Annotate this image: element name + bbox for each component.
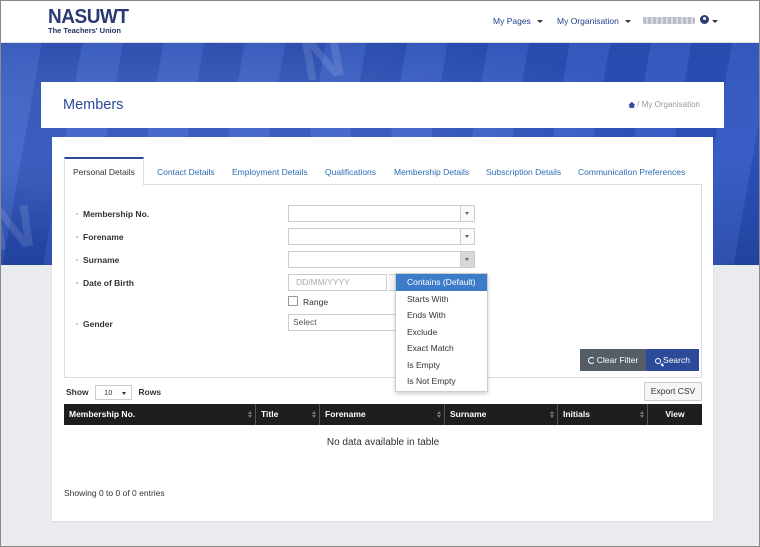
match-mode-dropdown-menu: Contains (Default) Starts With Ends With… (395, 273, 488, 392)
search-icon (655, 358, 662, 364)
results-table-header: Membership No. Title Forename Surname In… (64, 404, 702, 425)
sort-icon (437, 411, 441, 418)
breadcrumb-current: My Organisation (641, 100, 700, 109)
dob-field[interactable]: DD/MM/YYYY (288, 274, 387, 291)
tab-membership-details[interactable]: Membership Details (394, 157, 469, 185)
range-label: Range (303, 297, 329, 307)
sort-icon (312, 411, 316, 418)
dropdown-option-starts-with[interactable]: Starts With (396, 291, 487, 308)
tab-contact-details[interactable]: Contact Details (157, 157, 215, 185)
surname-field[interactable] (288, 251, 475, 268)
forename-field[interactable] (288, 228, 475, 245)
show-label: Show (66, 386, 89, 397)
column-label: Title (261, 409, 279, 419)
dob-label: Date of Birth (76, 278, 134, 288)
logo-wordmark: NASUWT (48, 6, 129, 28)
match-mode-dropdown-button[interactable] (460, 229, 474, 244)
banner-decoration: N (0, 191, 39, 264)
column-header-membership-no[interactable]: Membership No. (64, 404, 256, 425)
column-label: Initials (563, 409, 590, 419)
page-header-card: Members / My Organisation (41, 82, 724, 128)
page-title: Members (63, 97, 124, 113)
nav-my-pages-label: My Pages (493, 16, 531, 26)
rows-per-page-control: Show 10 Rows (66, 385, 161, 400)
nav-my-pages[interactable]: My Pages (493, 16, 543, 26)
range-checkbox[interactable] (288, 296, 298, 306)
personal-details-form: Membership No. Forename Surname Date of … (64, 185, 702, 378)
column-header-initials[interactable]: Initials (558, 404, 648, 425)
empty-table-message: No data available in table (326, 437, 440, 448)
column-label: Membership No. (69, 409, 136, 419)
column-label: Forename (325, 409, 366, 419)
members-search-card: Personal Details Contact Details Employm… (52, 137, 713, 521)
dropdown-option-contains[interactable]: Contains (Default) (396, 274, 487, 291)
chevron-down-icon (624, 20, 631, 24)
sort-icon (248, 411, 252, 418)
dropdown-option-is-empty[interactable]: Is Empty (396, 357, 487, 374)
search-label: Search (663, 355, 690, 365)
app-frame: NASUWT The Teachers' Union My Pages My O… (0, 0, 760, 547)
match-mode-dropdown-button[interactable] (460, 206, 474, 221)
dropdown-option-is-not-empty[interactable]: Is Not Empty (396, 373, 487, 390)
dropdown-option-exact-match[interactable]: Exact Match (396, 340, 487, 357)
refresh-icon (587, 357, 595, 364)
tab-qualifications[interactable]: Qualifications (325, 157, 376, 185)
breadcrumb: / My Organisation (628, 100, 700, 109)
column-label: Surname (450, 409, 487, 419)
column-label: View (665, 409, 685, 419)
dropdown-option-exclude[interactable]: Exclude (396, 324, 487, 341)
clear-filter-button[interactable]: Clear Filter (580, 349, 646, 371)
gender-label: Gender (76, 319, 113, 329)
rows-per-page-select[interactable]: 10 (95, 385, 133, 400)
sort-icon (550, 411, 554, 418)
dropdown-option-ends-with[interactable]: Ends With (396, 307, 487, 324)
rows-label: Rows (138, 386, 162, 397)
match-mode-dropdown-button[interactable] (460, 252, 474, 267)
tab-subscription-details[interactable]: Subscription Details (486, 157, 561, 185)
nav-my-organisation[interactable]: My Organisation (557, 16, 631, 26)
tab-employment-details[interactable]: Employment Details (232, 157, 308, 185)
tab-personal-details[interactable]: Personal Details (64, 157, 144, 186)
top-navbar: NASUWT The Teachers' Union My Pages My O… (1, 1, 759, 43)
column-header-title[interactable]: Title (256, 404, 320, 425)
tab-communication-preferences[interactable]: Communication Preferences (578, 157, 685, 185)
membership-no-label: Membership No. (75, 209, 150, 219)
search-button[interactable]: Search (646, 349, 699, 371)
nav-my-organisation-label: My Organisation (557, 16, 619, 26)
home-icon[interactable] (628, 101, 636, 108)
user-icon[interactable] (700, 15, 709, 24)
table-info: Showing 0 to 0 of 0 entries (64, 488, 165, 498)
export-csv-button[interactable]: Export CSV (644, 382, 702, 401)
column-header-forename[interactable]: Forename (320, 404, 445, 425)
clear-filter-label: Clear Filter (596, 355, 639, 365)
sort-icon (640, 411, 644, 418)
chevron-down-icon (536, 20, 543, 24)
forename-label: Forename (76, 232, 124, 242)
column-header-surname[interactable]: Surname (445, 404, 558, 425)
column-header-view: View (648, 404, 702, 425)
surname-label: Surname (75, 255, 120, 265)
filter-tabs: Personal Details Contact Details Employm… (64, 157, 702, 186)
chevron-down-icon[interactable] (712, 20, 718, 23)
membership-no-field[interactable] (288, 205, 475, 222)
user-email-redacted[interactable] (643, 17, 695, 24)
nasuwt-logo[interactable]: NASUWT The Teachers' Union (48, 6, 133, 35)
